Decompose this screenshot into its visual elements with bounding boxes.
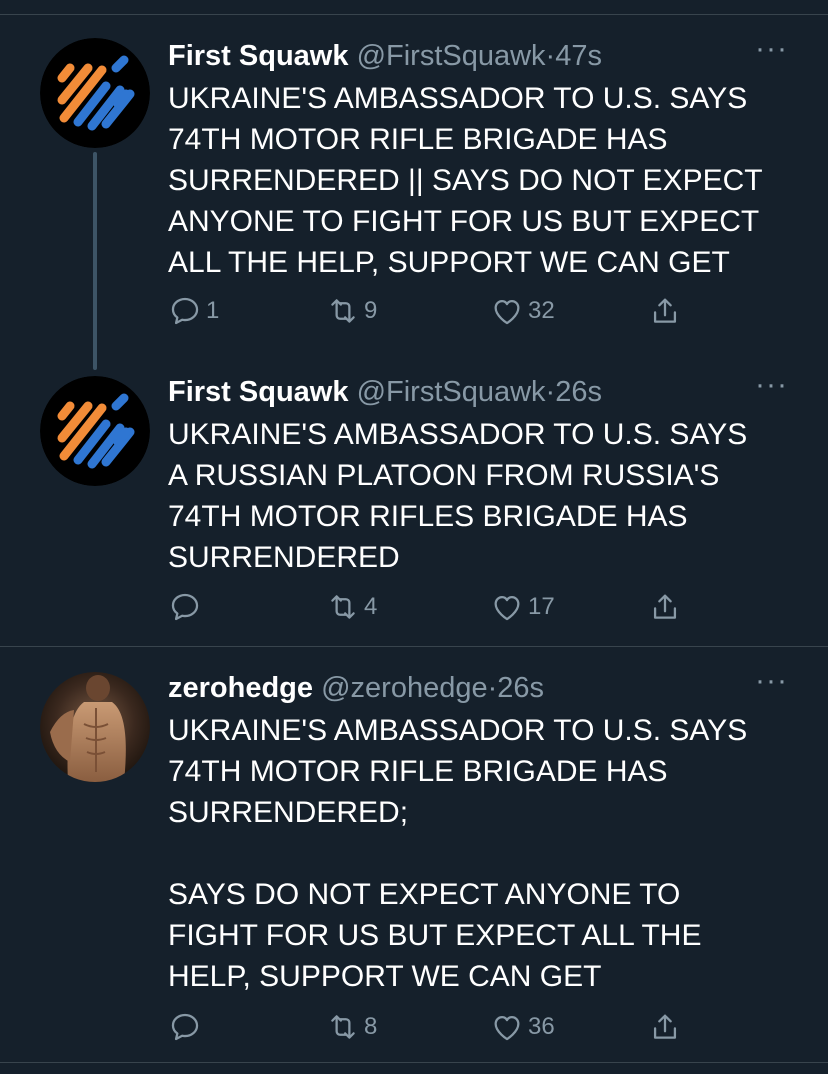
- like-button[interactable]: 17: [490, 590, 555, 624]
- reply-icon: [168, 590, 202, 624]
- retweet-icon: [326, 590, 360, 624]
- timestamp[interactable]: 26s: [497, 672, 544, 704]
- like-count: 32: [528, 297, 555, 324]
- retweet-button[interactable]: 8: [326, 1010, 377, 1044]
- share-button[interactable]: [648, 294, 682, 328]
- tweet-actions: 1 9 32: [168, 294, 708, 334]
- heart-icon: [490, 294, 524, 328]
- first-squawk-logo-icon: [40, 376, 150, 486]
- tweet-header: First Squawk @FirstSquawk·26s ···: [168, 370, 788, 410]
- separator-dot: ·: [545, 40, 556, 72]
- retweet-icon: [326, 294, 360, 328]
- first-squawk-avatar[interactable]: [40, 376, 150, 486]
- retweet-count: 8: [364, 1013, 378, 1040]
- thread-connector-line: [93, 152, 97, 370]
- tweet-actions: 4 17: [168, 590, 708, 630]
- tweet-text: UKRAINE'S AMBASSADOR TO U.S. SAYS 74TH M…: [168, 82, 763, 279]
- display-name[interactable]: zerohedge: [168, 672, 313, 704]
- top-divider: [0, 14, 828, 15]
- reply-button[interactable]: 1: [168, 294, 219, 328]
- tweet-actions: 8 36: [168, 1010, 708, 1050]
- display-name[interactable]: First Squawk: [168, 40, 349, 72]
- tweet-text: UKRAINE'S AMBASSADOR TO U.S. SAYS 74TH M…: [168, 714, 748, 993]
- tweet-header: First Squawk @FirstSquawk·47s ···: [168, 34, 788, 74]
- timestamp[interactable]: 47s: [555, 40, 602, 72]
- like-count: 36: [528, 1013, 555, 1040]
- retweet-count: 9: [364, 297, 378, 324]
- zerohedge-avatar-image: [40, 672, 150, 782]
- first-squawk-avatar[interactable]: [40, 38, 150, 148]
- like-button[interactable]: 32: [490, 294, 555, 328]
- retweet-button[interactable]: 4: [326, 590, 377, 624]
- share-button[interactable]: [648, 590, 682, 624]
- display-name[interactable]: First Squawk: [168, 376, 349, 408]
- first-squawk-logo-icon: [40, 38, 150, 148]
- separator-dot: ·: [487, 672, 498, 704]
- reply-button[interactable]: [168, 1010, 206, 1044]
- tweet-header: zerohedge @zerohedge·26s ···: [168, 666, 788, 706]
- heart-icon: [490, 590, 524, 624]
- reply-icon: [168, 294, 202, 328]
- more-options-icon[interactable]: ···: [755, 370, 788, 400]
- user-handle[interactable]: @FirstSquawk: [357, 376, 546, 408]
- reply-count: 1: [206, 297, 220, 324]
- separator-dot: ·: [545, 376, 556, 408]
- share-icon: [648, 590, 682, 624]
- more-options-icon[interactable]: ···: [755, 34, 788, 64]
- user-handle[interactable]: @zerohedge: [321, 672, 488, 704]
- user-handle[interactable]: @FirstSquawk: [357, 40, 546, 72]
- more-options-icon[interactable]: ···: [755, 666, 788, 696]
- zerohedge-avatar[interactable]: [40, 672, 150, 782]
- reply-button[interactable]: [168, 590, 206, 624]
- tweet-divider: [0, 1062, 828, 1063]
- like-button[interactable]: 36: [490, 1010, 555, 1044]
- share-icon: [648, 294, 682, 328]
- tweet-text: UKRAINE'S AMBASSADOR TO U.S. SAYS A RUSS…: [168, 418, 748, 574]
- timestamp[interactable]: 26s: [555, 376, 602, 408]
- retweet-icon: [326, 1010, 360, 1044]
- heart-icon: [490, 1010, 524, 1044]
- like-count: 17: [528, 593, 555, 620]
- reply-icon: [168, 1010, 202, 1044]
- share-button[interactable]: [648, 1010, 682, 1044]
- share-icon: [648, 1010, 682, 1044]
- tweet-divider: [0, 646, 828, 647]
- retweet-button[interactable]: 9: [326, 294, 377, 328]
- retweet-count: 4: [364, 593, 378, 620]
